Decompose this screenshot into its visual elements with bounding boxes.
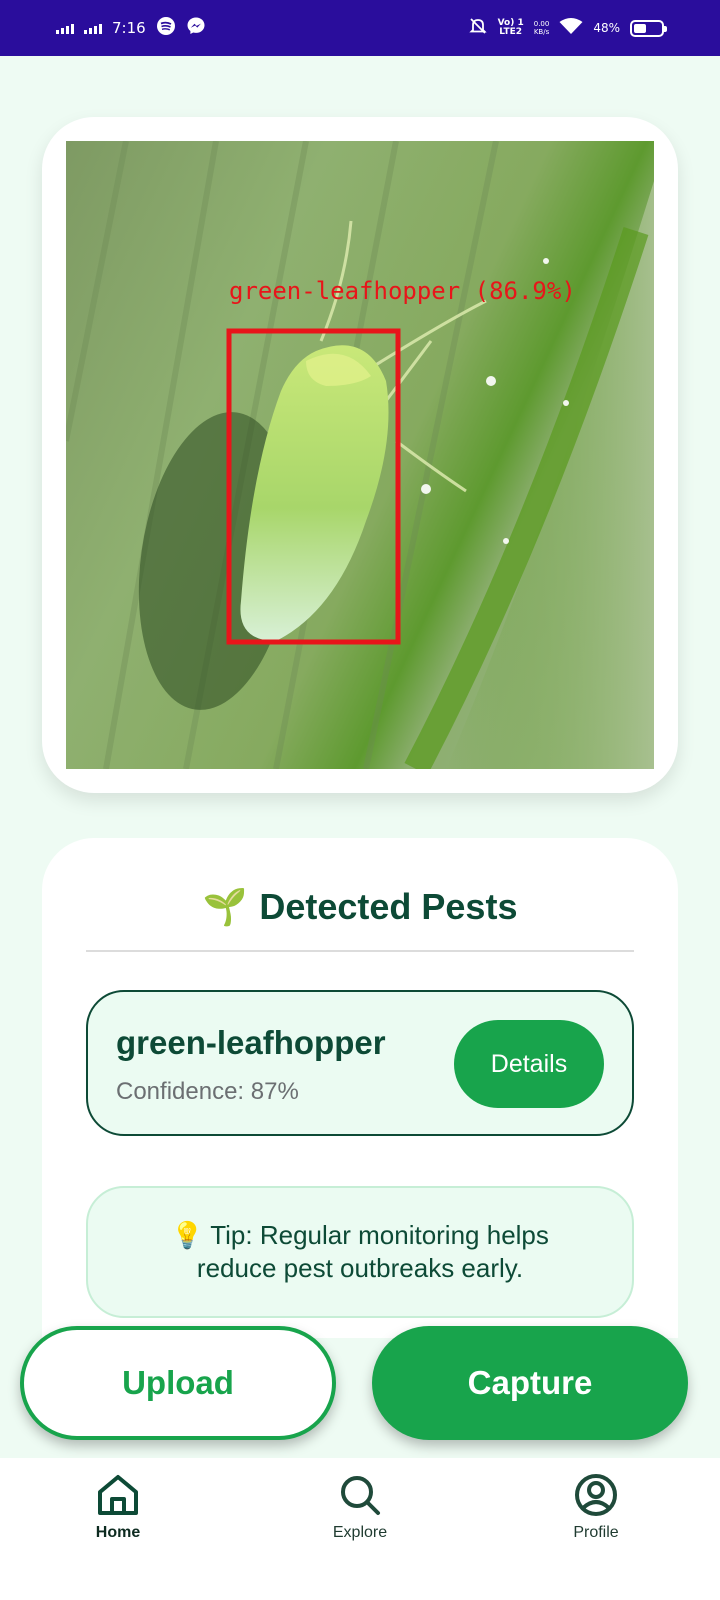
pest-confidence: Confidence: 87%: [116, 1078, 299, 1105]
bottom-nav: Home Explore Profile: [0, 1458, 720, 1600]
upload-button[interactable]: Upload: [20, 1326, 336, 1440]
signal-icon-1: [56, 22, 74, 34]
signal-icon-2: [84, 22, 102, 34]
wifi-icon: [559, 17, 583, 39]
pest-name: green-leafhopper: [116, 1024, 386, 1061]
detection-image-card: green-leafhopper (86.9%): [42, 117, 678, 793]
battery-icon: [630, 19, 667, 37]
pest-photo-graphic: green-leafhopper (86.9%): [66, 141, 654, 769]
status-bar: 7:16 Vo) 1 LTE2 0.00 KB/s 48%: [0, 0, 720, 56]
alarm-off-icon: [468, 16, 488, 40]
nav-item-explore[interactable]: Explore: [290, 1472, 430, 1542]
sprout-icon: 🌱: [202, 886, 248, 927]
tip-text: 💡 Tip: Regular monitoring helps reduce p…: [171, 1220, 549, 1283]
capture-button[interactable]: Capture: [372, 1326, 688, 1440]
tip-box: 💡 Tip: Regular monitoring helps reduce p…: [86, 1186, 634, 1318]
nav-label-explore: Explore: [332, 1524, 388, 1541]
divider: [86, 950, 634, 952]
status-time: 7:16: [112, 19, 146, 37]
network-speed: 0.00 KB/s: [533, 20, 550, 36]
messenger-icon: [186, 16, 206, 40]
results-title: 🌱 Detected Pests: [42, 886, 678, 928]
profile-icon: [575, 1474, 617, 1516]
nav-label-profile: Profile: [573, 1524, 619, 1541]
status-bar-right: Vo) 1 LTE2 0.00 KB/s 48%: [468, 16, 667, 40]
spotify-icon: [156, 16, 176, 40]
nav-item-profile[interactable]: Profile: [526, 1472, 666, 1542]
nav-label-home: Home: [95, 1524, 141, 1541]
battery-percent: 48%: [593, 21, 620, 35]
pest-photo[interactable]: green-leafhopper (86.9%): [66, 141, 654, 769]
network-type: Vo) 1 LTE2: [497, 18, 524, 37]
detection-label: green-leafhopper (86.9%): [229, 277, 576, 305]
status-bar-left: 7:16: [56, 16, 206, 40]
results-title-text: Detected Pests: [259, 886, 518, 927]
nav-item-home[interactable]: Home: [48, 1472, 188, 1542]
home-icon: [98, 1475, 138, 1515]
search-icon: [341, 1476, 380, 1515]
details-button[interactable]: Details: [454, 1020, 604, 1108]
results-card: 🌱 Detected Pests green-leafhopper Confide…: [42, 838, 678, 1338]
pest-item: green-leafhopper Confidence: 87% Details: [86, 990, 634, 1136]
